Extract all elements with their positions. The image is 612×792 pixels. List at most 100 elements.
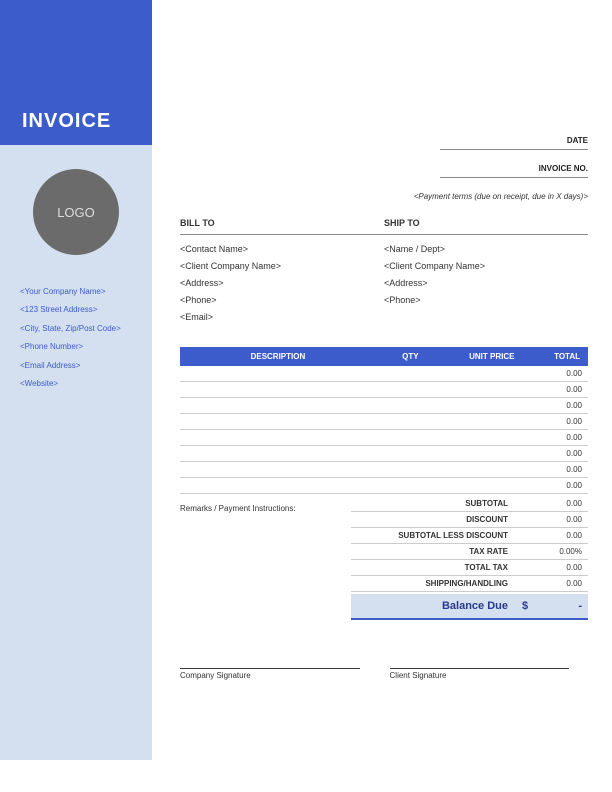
ship-to-name: <Name / Dept> [384, 241, 588, 258]
col-qty: QTY [376, 347, 427, 366]
subtotal-label: SUBTOTAL [357, 499, 528, 508]
payment-terms: <Payment terms (due on receipt, due in X… [180, 192, 588, 201]
company-signature-block: Company Signature [180, 668, 360, 680]
client-signature-label: Client Signature [390, 668, 570, 680]
cell-description [180, 414, 376, 430]
company-email: <Email Address> [20, 357, 142, 375]
signatures: Company Signature Client Signature [180, 668, 588, 680]
discount-label: DISCOUNT [357, 515, 528, 524]
cell-description [180, 478, 376, 494]
cell-description [180, 430, 376, 446]
table-row: 0.00 [180, 366, 588, 382]
cell-qty [376, 462, 427, 478]
balance-label: Balance Due [357, 600, 522, 612]
bill-to-phone: <Phone> [180, 292, 384, 309]
balance-value: - [542, 600, 582, 612]
sidebar: INVOICE LOGO <Your Company Name> <123 St… [0, 0, 152, 760]
cell-qty [376, 382, 427, 398]
bill-to-block: BILL TO <Contact Name> <Client Company N… [180, 215, 384, 327]
discount-value: 0.00 [528, 515, 582, 524]
invoice-no-label: INVOICE NO. [180, 164, 588, 176]
ship-to-company: <Client Company Name> [384, 258, 588, 275]
cell-total: 0.00 [522, 366, 588, 382]
invoice-title: INVOICE [22, 110, 111, 133]
balance-currency: $ [522, 600, 542, 612]
ship-to-block: SHIP TO <Name / Dept> <Client Company Na… [384, 215, 588, 327]
company-signature-label: Company Signature [180, 668, 360, 680]
balance-row: Balance Due $ - [351, 594, 588, 620]
cell-total: 0.00 [522, 478, 588, 494]
company-website: <Website> [20, 375, 142, 393]
tax-rate-label: TAX RATE [357, 547, 528, 556]
cell-qty [376, 446, 427, 462]
cell-qty [376, 430, 427, 446]
company-name: <Your Company Name> [20, 283, 142, 301]
main-content: DATE INVOICE NO. <Payment terms (due on … [152, 0, 612, 792]
cell-total: 0.00 [522, 382, 588, 398]
cell-unit_price [427, 382, 523, 398]
cell-unit_price [427, 462, 523, 478]
tax-rate-row: TAX RATE 0.00% [351, 544, 588, 560]
table-row: 0.00 [180, 382, 588, 398]
company-phone: <Phone Number> [20, 338, 142, 356]
cell-unit_price [427, 446, 523, 462]
total-tax-value: 0.00 [528, 563, 582, 572]
subtotal-less-label: SUBTOTAL LESS DISCOUNT [357, 531, 528, 540]
subtotal-value: 0.00 [528, 499, 582, 508]
cell-total: 0.00 [522, 446, 588, 462]
total-tax-label: TOTAL TAX [357, 563, 528, 572]
company-info: <Your Company Name> <123 Street Address>… [0, 283, 152, 393]
date-field-line [440, 148, 588, 150]
date-label: DATE [180, 136, 588, 148]
table-row: 0.00 [180, 446, 588, 462]
table-row: 0.00 [180, 478, 588, 494]
discount-row: DISCOUNT 0.00 [351, 512, 588, 528]
cell-description [180, 446, 376, 462]
table-row: 0.00 [180, 462, 588, 478]
ship-to-heading: SHIP TO [384, 215, 588, 235]
address-section: BILL TO <Contact Name> <Client Company N… [180, 215, 588, 327]
cell-unit_price [427, 366, 523, 382]
bill-to-heading: BILL TO [180, 215, 384, 235]
totals-block: SUBTOTAL 0.00 DISCOUNT 0.00 SUBTOTAL LES… [351, 496, 588, 620]
cell-unit_price [427, 430, 523, 446]
total-tax-row: TOTAL TAX 0.00 [351, 560, 588, 576]
client-signature-block: Client Signature [390, 668, 570, 680]
col-total: TOTAL [522, 347, 588, 366]
bill-to-company: <Client Company Name> [180, 258, 384, 275]
table-row: 0.00 [180, 414, 588, 430]
subtotal-less-value: 0.00 [528, 531, 582, 540]
cell-qty [376, 366, 427, 382]
logo-placeholder: LOGO [33, 169, 119, 255]
cell-unit_price [427, 478, 523, 494]
tax-rate-value: 0.00% [528, 547, 582, 556]
table-row: 0.00 [180, 398, 588, 414]
cell-total: 0.00 [522, 414, 588, 430]
remarks-label: Remarks / Payment Instructions: [180, 496, 351, 620]
col-description: DESCRIPTION [180, 347, 376, 366]
bill-to-email: <Email> [180, 309, 384, 326]
shipping-value: 0.00 [528, 579, 582, 588]
cell-qty [376, 398, 427, 414]
company-city: <City, State, Zip/Post Code> [20, 320, 142, 338]
bill-to-contact: <Contact Name> [180, 241, 384, 258]
header-meta: DATE INVOICE NO. [180, 136, 588, 178]
shipping-label: SHIPPING/HANDLING [357, 579, 528, 588]
cell-qty [376, 414, 427, 430]
cell-description [180, 382, 376, 398]
cell-qty [376, 478, 427, 494]
cell-total: 0.00 [522, 398, 588, 414]
subtotal-row: SUBTOTAL 0.00 [351, 496, 588, 512]
bill-to-address: <Address> [180, 275, 384, 292]
shipping-row: SHIPPING/HANDLING 0.00 [351, 576, 588, 592]
cell-description [180, 398, 376, 414]
cell-total: 0.00 [522, 430, 588, 446]
cell-total: 0.00 [522, 462, 588, 478]
ship-to-address: <Address> [384, 275, 588, 292]
logo-text: LOGO [57, 205, 95, 220]
cell-description [180, 462, 376, 478]
bottom-section: Remarks / Payment Instructions: SUBTOTAL… [180, 496, 588, 620]
cell-unit_price [427, 414, 523, 430]
col-unit-price: UNIT PRICE [427, 347, 523, 366]
line-items-table: DESCRIPTION QTY UNIT PRICE TOTAL 0.000.0… [180, 347, 588, 495]
